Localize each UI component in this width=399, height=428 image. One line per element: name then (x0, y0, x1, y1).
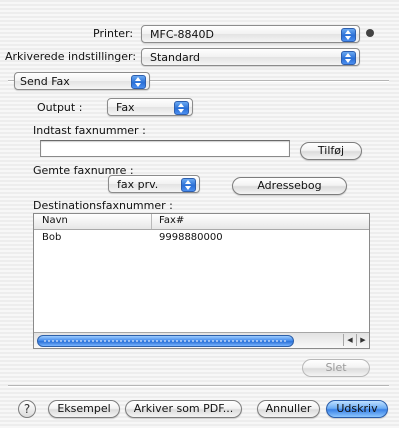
output-popup[interactable]: Fax (107, 98, 193, 116)
fax-entry-label: Indtast faxnummer : (33, 124, 146, 137)
popup-arrows-icon (131, 75, 146, 89)
table-header: Navn Fax# (34, 214, 369, 230)
preview-button[interactable]: Eksempel (48, 400, 120, 418)
popup-arrows-icon (341, 28, 356, 42)
horizontal-scrollbar[interactable]: ◀ ▶ (34, 332, 369, 348)
footer-separator (8, 385, 389, 387)
stored-popup[interactable]: fax prv. (108, 175, 200, 193)
printer-label: Printer: (93, 27, 134, 40)
table-row[interactable]: Bob 9998880000 (34, 231, 369, 245)
popup-arrows-icon (174, 101, 189, 115)
scroll-thumb[interactable] (37, 335, 294, 347)
column-header-name[interactable]: Navn (42, 215, 68, 226)
row-name: Bob (42, 232, 62, 243)
save-as-pdf-button[interactable]: Arkiver som PDF... (125, 400, 242, 418)
presets-value: Standard (150, 51, 201, 64)
address-book-button[interactable]: Adressebog (232, 177, 347, 195)
scroll-right-icon[interactable]: ▶ (356, 334, 369, 346)
popup-arrows-icon (341, 51, 356, 65)
popup-arrows-icon (181, 178, 196, 192)
add-button[interactable]: Tilføj (300, 142, 362, 160)
printer-status-dot-icon (366, 29, 374, 37)
destinations-table[interactable]: Navn Fax# Bob 9998880000 ◀ ▶ (33, 213, 370, 349)
output-value: Fax (116, 101, 135, 114)
column-header-fax[interactable]: Fax# (159, 215, 184, 226)
cancel-button[interactable]: Annuller (257, 400, 320, 418)
printer-value: MFC-8840D (150, 28, 214, 41)
stored-value: fax prv. (117, 178, 159, 191)
panel-popup[interactable]: Send Fax (14, 72, 150, 90)
scroll-left-icon[interactable]: ◀ (343, 334, 356, 346)
destinations-label: Destinationsfaxnummer : (33, 199, 173, 212)
presets-label: Arkiverede indstillinger: (5, 50, 137, 63)
panel-separator (150, 80, 389, 82)
delete-button[interactable]: Slet (302, 359, 370, 377)
help-icon[interactable]: ? (18, 400, 36, 418)
row-fax: 9998880000 (159, 232, 223, 243)
print-button[interactable]: Udskriv (326, 400, 388, 418)
printer-popup[interactable]: MFC-8840D (141, 25, 360, 43)
panel-value: Send Fax (20, 75, 70, 88)
column-divider (151, 214, 152, 229)
fax-number-input[interactable] (40, 140, 290, 157)
output-label: Output : (37, 101, 83, 114)
presets-popup[interactable]: Standard (141, 48, 360, 66)
